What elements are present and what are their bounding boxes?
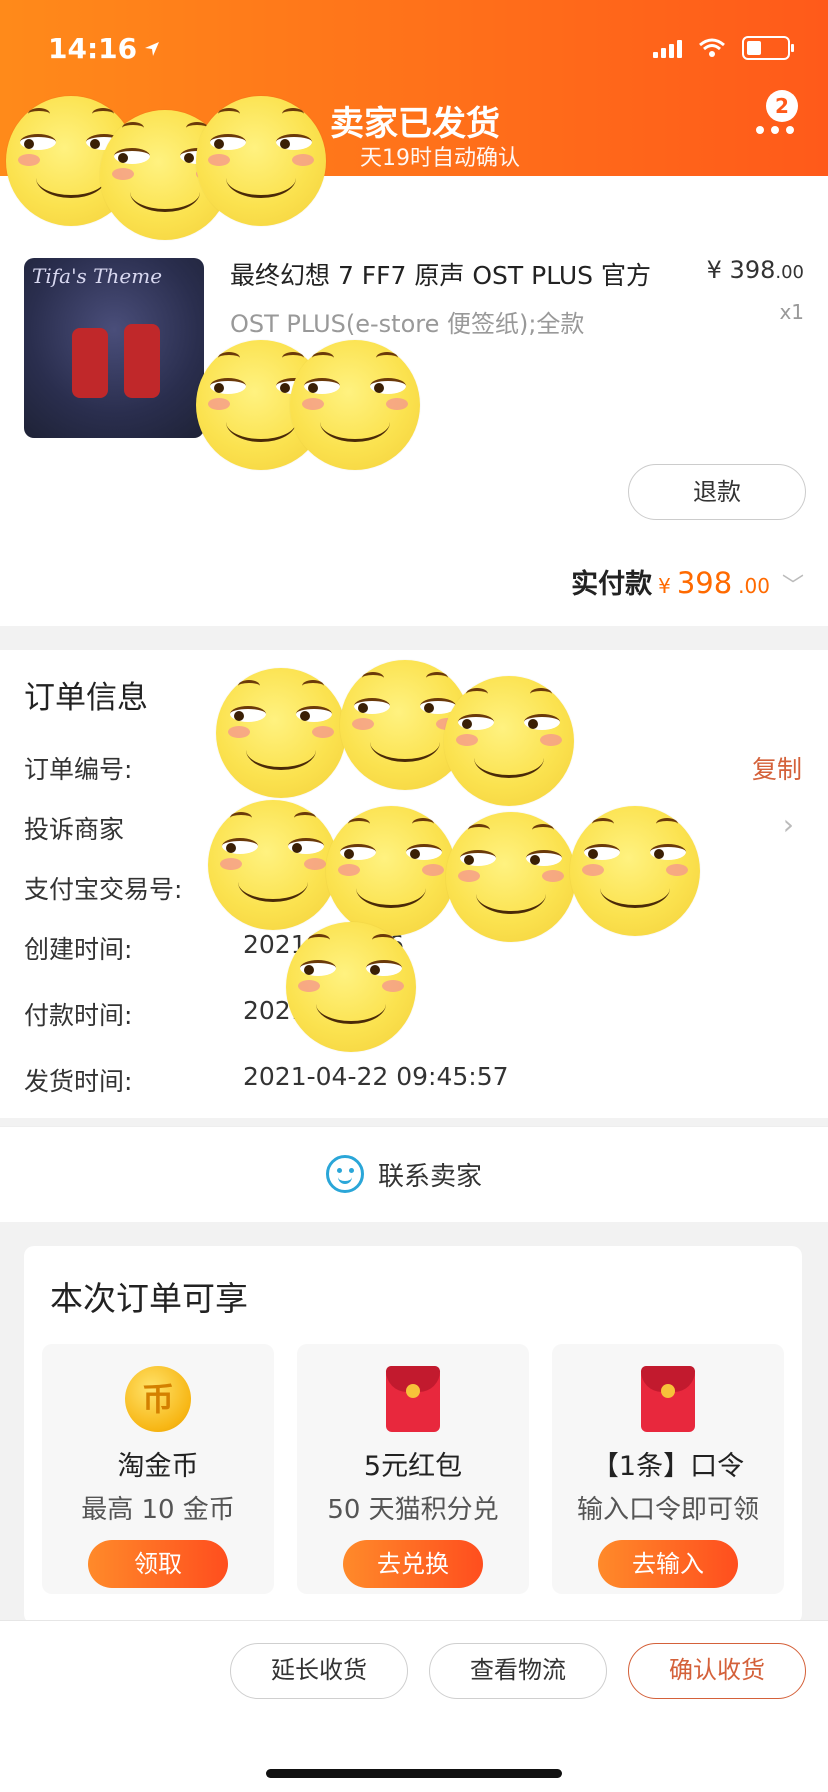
- more-button[interactable]: 2: [752, 90, 802, 140]
- order-benefits-panel: 本次订单可享 币 淘金币 最高 10 金币 领取 5元红包 50 天猫积分兑 去…: [24, 1246, 802, 1624]
- product-sku: OST PLUS(e-store 便签纸);全款: [230, 310, 585, 338]
- red-packet-icon: [386, 1366, 440, 1432]
- paid-label: 实付款: [571, 569, 653, 600]
- battery-icon: [742, 36, 794, 60]
- enter-passcode-button[interactable]: 去输入: [598, 1540, 738, 1588]
- benefit-name: 【1条】口令: [591, 1451, 745, 1482]
- home-indicator[interactable]: [266, 1769, 562, 1778]
- chat-face-icon: [326, 1155, 364, 1193]
- status-time: 14:16: [48, 32, 161, 65]
- product-quantity: x1: [779, 300, 804, 324]
- location-arrow-icon: [145, 41, 160, 56]
- order-info-section: 订单信息 订单编号: 复制 投诉商家 › 支付宝交易号: 创建时间: 2021-…: [0, 650, 828, 1118]
- extend-receipt-button[interactable]: 延长收货: [230, 1643, 408, 1699]
- paid-decimal: .00: [738, 574, 770, 598]
- shipped-time-label: 发货时间:: [24, 1067, 133, 1096]
- price-decimal: .00: [775, 262, 804, 283]
- signal-icon: [653, 38, 682, 58]
- order-info-title: 订单信息: [24, 680, 148, 716]
- benefit-card-passcode: 【1条】口令 输入口令即可领 去输入: [552, 1344, 784, 1594]
- alipay-trade-no-label: 支付宝交易号:: [24, 875, 183, 904]
- chevron-down-icon[interactable]: ﹀: [782, 568, 804, 600]
- claim-coin-button[interactable]: 领取: [88, 1540, 228, 1588]
- confirm-receipt-button[interactable]: 确认收货: [628, 1643, 806, 1699]
- contact-seller-label: 联系卖家: [378, 1161, 483, 1192]
- complain-merchant-label[interactable]: 投诉商家: [24, 810, 124, 846]
- product-thumbnail[interactable]: Tifa's Theme: [24, 258, 204, 438]
- wifi-icon: [699, 38, 725, 57]
- order-status-title: 卖家已发货: [330, 104, 500, 144]
- benefit-name: 5元红包: [363, 1451, 463, 1482]
- product-price: ¥ 398.00: [707, 256, 804, 284]
- refund-button[interactable]: 退款: [628, 464, 806, 520]
- benefit-desc: 最高 10 金币: [81, 1495, 235, 1525]
- benefit-name: 淘金币: [117, 1451, 199, 1482]
- order-number-label: 订单编号:: [24, 755, 133, 784]
- product-title[interactable]: 最终幻想 7 FF7 原声 OST PLUS 官方: [230, 256, 651, 292]
- red-packet-icon: [641, 1366, 695, 1432]
- chevron-right-icon[interactable]: ›: [783, 808, 794, 841]
- benefits-title: 本次订单可享: [50, 1279, 248, 1318]
- copy-order-number-button[interactable]: 复制: [752, 750, 802, 786]
- paid-integer: 398: [676, 566, 733, 600]
- paid-amount-row[interactable]: 实付款 ¥ 398.00 ﹀: [571, 562, 804, 601]
- bottom-action-bar: 延长收货 查看物流 确认收货: [0, 1620, 828, 1792]
- thumbnail-script-text: Tifa's Theme: [32, 264, 163, 288]
- benefit-desc: 50 天猫积分兑: [327, 1495, 499, 1525]
- benefit-card-gold-coin: 币 淘金币 最高 10 金币 领取: [42, 1344, 274, 1594]
- created-time-label: 创建时间:: [24, 935, 133, 964]
- view-logistics-button[interactable]: 查看物流: [429, 1643, 607, 1699]
- auto-confirm-countdown: 天19时自动确认: [360, 146, 520, 171]
- status-indicators: [653, 36, 794, 60]
- header: 14:16 卖家已发货 天19时自动确认 2: [0, 0, 828, 176]
- contact-seller-row[interactable]: 联系卖家: [0, 1126, 828, 1222]
- benefit-card-red-packet: 5元红包 50 天猫积分兑 去兑换: [297, 1344, 529, 1594]
- redeem-red-packet-button[interactable]: 去兑换: [343, 1540, 483, 1588]
- clock: 14:16: [48, 32, 138, 65]
- product-card: Tifa's Theme 最终幻想 7 FF7 原声 OST PLUS 官方 O…: [0, 176, 828, 626]
- price-integer: 398: [729, 256, 776, 284]
- created-time-value: 2021- :02:36: [243, 930, 405, 959]
- paid-time-value: 2021 :02:39: [243, 996, 396, 1025]
- benefit-desc: 输入口令即可领: [576, 1495, 759, 1525]
- message-badge: 2: [766, 90, 798, 122]
- coin-icon: 币: [125, 1366, 191, 1432]
- price-symbol: ¥: [706, 256, 722, 284]
- more-dots-icon: [756, 126, 794, 134]
- paid-symbol: ¥: [658, 574, 671, 598]
- shipped-time-value: 2021-04-22 09:45:57: [243, 1062, 509, 1091]
- paid-time-label: 付款时间:: [24, 1001, 133, 1030]
